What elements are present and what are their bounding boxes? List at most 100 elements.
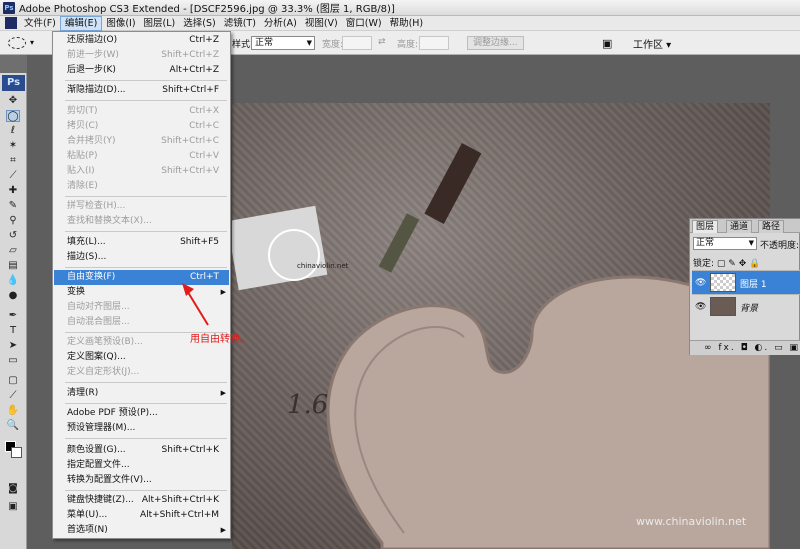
hand-tool-icon[interactable]: ✋ bbox=[6, 405, 20, 417]
menu-item-step-forward[interactable]: 前进一步(W) Shift+Ctrl+Z bbox=[54, 48, 229, 63]
blend-mode-select[interactable]: 正常 ▼ bbox=[693, 237, 757, 250]
layer-row[interactable]: 👁 背景 bbox=[692, 294, 800, 318]
elliptical-marquee-preset-icon[interactable] bbox=[8, 36, 26, 49]
marquee-tool-icon[interactable]: ◯ bbox=[6, 110, 20, 122]
ps-logo: Ps bbox=[2, 75, 25, 91]
menu-image[interactable]: 图像(I) bbox=[102, 16, 139, 31]
tab-layers[interactable]: 图层 bbox=[692, 220, 719, 233]
photoshop-menu-icon[interactable] bbox=[5, 17, 17, 29]
submenu-arrow-icon: ▶ bbox=[220, 288, 226, 296]
chevron-down-icon[interactable]: ▾ bbox=[30, 38, 34, 47]
tab-paths[interactable]: 路径 bbox=[758, 220, 785, 233]
crop-tool-icon[interactable]: ⌗ bbox=[6, 155, 20, 167]
quick-mask-icon[interactable]: ◙ bbox=[6, 483, 20, 495]
dodge-tool-icon[interactable]: ● bbox=[6, 290, 20, 302]
workspace-button[interactable]: 工作区 ▾ bbox=[633, 36, 671, 51]
menu-item-fade[interactable]: 渐隐描边(D)... Shift+Ctrl+F bbox=[54, 83, 229, 98]
annotation-arrow-icon bbox=[182, 283, 209, 326]
menu-edit[interactable]: 编辑(E) bbox=[59, 15, 103, 31]
title-bar: Ps Adobe Photoshop CS3 Extended - [DSCF2… bbox=[0, 0, 800, 16]
layer-name: 图层 1 bbox=[740, 280, 767, 290]
screen-mode-icon[interactable]: ▣ bbox=[6, 501, 20, 513]
menu-separator bbox=[65, 490, 227, 491]
menu-view[interactable]: 视图(V) bbox=[301, 16, 342, 31]
style-label: 样式: bbox=[232, 40, 254, 50]
menu-separator bbox=[65, 196, 227, 197]
clone-stamp-tool-icon[interactable]: ⚲ bbox=[6, 215, 20, 227]
menu-select[interactable]: 选择(S) bbox=[179, 16, 219, 31]
menu-item-copy-merged[interactable]: 合并拷贝(Y) Shift+Ctrl+C bbox=[54, 134, 229, 149]
menu-item-preferences[interactable]: 首选项(N) ▶ bbox=[54, 523, 229, 538]
submenu-arrow-icon: ▶ bbox=[220, 389, 226, 397]
menu-separator bbox=[65, 231, 227, 232]
gradient-tool-icon[interactable]: ▤ bbox=[6, 260, 20, 272]
layer-row[interactable]: 👁 图层 1 bbox=[692, 270, 800, 294]
menu-file[interactable]: 文件(F) bbox=[20, 16, 60, 31]
bridge-icon[interactable]: ▣ bbox=[602, 37, 612, 50]
type-tool-icon[interactable]: T bbox=[6, 325, 20, 337]
eyedropper-tool-icon[interactable]: ⟋ bbox=[6, 390, 20, 402]
brush-tool-icon[interactable]: ✎ bbox=[6, 200, 20, 212]
menu-item-define-pattern[interactable]: 定义图案(Q)... bbox=[54, 350, 229, 365]
swap-icon[interactable]: ⇄ bbox=[378, 37, 386, 47]
menu-item-find-replace[interactable]: 查找和替换文本(X)... bbox=[54, 214, 229, 229]
background-color-swatch[interactable] bbox=[11, 447, 22, 458]
zoom-tool-icon[interactable]: 🔍 bbox=[6, 420, 20, 432]
menu-item-convert-profile[interactable]: 转换为配置文件(V)... bbox=[54, 473, 229, 488]
menu-item-copy[interactable]: 拷贝(C) Ctrl+C bbox=[54, 119, 229, 134]
path-selection-tool-icon[interactable]: ➤ bbox=[6, 340, 20, 352]
menu-filter[interactable]: 滤镜(T) bbox=[220, 16, 260, 31]
width-input[interactable] bbox=[342, 36, 372, 50]
menu-bar: 文件(F) 编辑(E) 图像(I) 图层(L) 选择(S) 滤镜(T) 分析(A… bbox=[0, 15, 800, 31]
menu-window[interactable]: 窗口(W) bbox=[342, 16, 386, 31]
menu-item-paste[interactable]: 粘贴(P) Ctrl+V bbox=[54, 149, 229, 164]
menu-item-step-backward[interactable]: 后退一步(K) Alt+Ctrl+Z bbox=[54, 63, 229, 78]
healing-brush-tool-icon[interactable]: ✚ bbox=[6, 185, 20, 197]
annotation-text: 用自由转换。 bbox=[190, 334, 250, 345]
menu-item-fill[interactable]: 填充(L)... Shift+F5 bbox=[54, 235, 229, 250]
move-tool-icon[interactable]: ✥ bbox=[6, 95, 20, 107]
layers-panel-footer-icons[interactable]: ∞ fx. ◘ ◐. ▭ ▣ ▥ bbox=[690, 340, 800, 355]
pen-tool-icon[interactable]: ✒ bbox=[6, 310, 20, 322]
layer-thumbnail bbox=[710, 273, 736, 292]
tab-channels[interactable]: 通道 bbox=[726, 220, 753, 233]
menu-item-clear[interactable]: 清除(E) bbox=[54, 179, 229, 194]
lock-row: 锁定: ▢ ✎ ✥ 🔒 bbox=[693, 259, 761, 269]
eye-icon[interactable]: 👁 bbox=[695, 278, 706, 288]
eraser-tool-icon[interactable]: ▱ bbox=[6, 245, 20, 257]
menu-help[interactable]: 帮助(H) bbox=[386, 16, 428, 31]
menu-item-menus[interactable]: 菜单(U)... Alt+Shift+Ctrl+M bbox=[54, 508, 229, 523]
layer-name: 背景 bbox=[740, 304, 759, 314]
menu-item-color-settings[interactable]: 颜色设置(G)... Shift+Ctrl+K bbox=[54, 443, 229, 458]
menu-separator bbox=[65, 267, 227, 268]
refine-edge-button[interactable]: 调整边缘... bbox=[467, 36, 524, 50]
paper-text: chinaviolin.net bbox=[297, 262, 349, 270]
lock-icons[interactable]: ▢ ✎ ✥ 🔒 bbox=[717, 259, 760, 269]
lasso-tool-icon[interactable]: ℓ bbox=[6, 125, 20, 137]
menu-item-stroke[interactable]: 描边(S)... bbox=[54, 250, 229, 265]
menu-item-keyboard-shortcuts[interactable]: 键盘快捷键(Z)... Alt+Shift+Ctrl+K bbox=[54, 493, 229, 508]
shape-tool-icon[interactable]: ▭ bbox=[6, 355, 20, 367]
slice-tool-icon[interactable]: ⟋ bbox=[6, 170, 20, 182]
menu-item-undo[interactable]: 还原描边(O) Ctrl+Z bbox=[54, 33, 229, 48]
menu-layer[interactable]: 图层(L) bbox=[140, 16, 180, 31]
menu-item-paste-into[interactable]: 贴入(I) Shift+Ctrl+V bbox=[54, 164, 229, 179]
menu-item-assign-profile[interactable]: 指定配置文件... bbox=[54, 458, 229, 473]
menu-item-pdf-presets[interactable]: Adobe PDF 预设(P)... bbox=[54, 406, 229, 421]
history-brush-tool-icon[interactable]: ↺ bbox=[6, 230, 20, 242]
blur-tool-icon[interactable]: 💧 bbox=[6, 275, 20, 287]
menu-item-preset-manager[interactable]: 预设管理器(M)... bbox=[54, 421, 229, 436]
menu-item-define-custom-shape[interactable]: 定义自定形状(J)... bbox=[54, 365, 229, 380]
chevron-down-icon: ▼ bbox=[748, 239, 754, 247]
menu-item-cut[interactable]: 剪切(T) Ctrl+X bbox=[54, 104, 229, 119]
magic-wand-tool-icon[interactable]: ✶ bbox=[6, 140, 20, 152]
menu-item-check-spelling[interactable]: 拼写检查(H)... bbox=[54, 199, 229, 214]
notes-tool-icon[interactable]: ▢ bbox=[6, 375, 20, 387]
eye-icon[interactable]: 👁 bbox=[695, 302, 706, 312]
height-input[interactable] bbox=[419, 36, 449, 50]
menu-analysis[interactable]: 分析(A) bbox=[260, 16, 301, 31]
menu-item-purge[interactable]: 清理(R) ▶ bbox=[54, 386, 229, 401]
style-select[interactable]: 正常 ▼ bbox=[251, 36, 315, 50]
layer-thumbnail bbox=[710, 297, 736, 316]
layers-panel-tabs: 图层 通道 路径 bbox=[690, 219, 800, 233]
